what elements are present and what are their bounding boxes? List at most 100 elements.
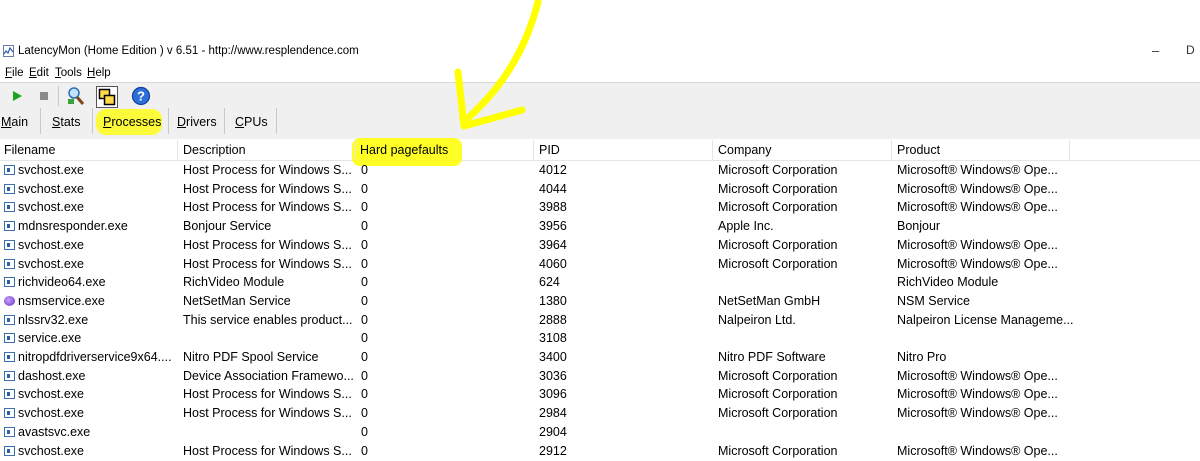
menu-tools[interactable]: Tools — [55, 67, 82, 79]
cell-product: Microsoft® Windows® Ope... — [897, 181, 1058, 196]
cell-product: Microsoft® Windows® Ope... — [897, 406, 1058, 421]
process-icon — [4, 370, 15, 381]
menu-edit-mnemonic: E — [29, 67, 37, 79]
cell-hard-pagefaults: 0 — [361, 406, 368, 421]
tab-main-mnemonic: M — [1, 115, 12, 129]
column-divider[interactable] — [891, 140, 892, 160]
column-divider[interactable] — [354, 140, 355, 160]
cell-description: Host Process for Windows S... — [183, 387, 352, 402]
cell-hard-pagefaults: 0 — [361, 293, 368, 308]
tab-separator — [92, 108, 93, 134]
cell-company: Microsoft Corporation — [718, 443, 838, 458]
cell-hard-pagefaults: 0 — [361, 331, 368, 346]
cell-hard-pagefaults: 0 — [361, 424, 368, 439]
cell-company: Microsoft Corporation — [718, 256, 838, 271]
cell-pid: 2888 — [539, 312, 567, 327]
column-divider[interactable] — [712, 140, 713, 160]
cell-hard-pagefaults: 0 — [361, 163, 368, 177]
table-row[interactable]: nitropdfdriverservice9x64.... Nitro PDF S… — [0, 348, 1200, 367]
cell-description: Host Process for Windows S... — [183, 181, 352, 196]
cell-product: RichVideo Module — [897, 275, 999, 290]
cell-description: RichVideo Module — [183, 275, 285, 290]
tab-separator — [224, 108, 225, 134]
menu-file-label: ile — [12, 67, 24, 79]
table-row[interactable]: svchost.exe Host Process for Windows S...… — [0, 404, 1200, 423]
table-row[interactable]: mdnsresponder.exe Bonjour Service 0 3956 App… — [0, 217, 1200, 236]
cell-pid: 3096 — [539, 387, 567, 402]
column-header-pid[interactable]: PID — [539, 143, 560, 157]
table-row[interactable]: svchost.exe Host Process for Windows S...… — [0, 198, 1200, 217]
cell-pid: 2904 — [539, 424, 567, 439]
cell-product: Microsoft® Windows® Ope... — [897, 368, 1058, 383]
menu-file-mnemonic: F — [5, 67, 13, 79]
cell-filename: svchost.exe — [18, 443, 85, 458]
annotation-arrow-icon — [454, 0, 542, 130]
tab-stats[interactable]: Stats — [49, 112, 84, 132]
column-divider[interactable] — [533, 140, 534, 160]
process-icon — [4, 333, 15, 344]
table-row[interactable]: dashost.exe Device Association Framewo...… — [0, 367, 1200, 386]
cell-company: NetSetMan GmbH — [718, 293, 821, 308]
svg-text:?: ? — [137, 89, 145, 104]
cell-description: Nitro PDF Spool Service — [183, 350, 319, 364]
stop-button[interactable] — [34, 86, 54, 106]
tab-cpus-mnemonic: C — [235, 115, 245, 129]
cell-description: Host Process for Windows S... — [183, 443, 352, 458]
inspect-button[interactable] — [66, 86, 86, 106]
cell-product: Microsoft® Windows® Ope... — [897, 200, 1058, 215]
column-header-company[interactable]: Company — [718, 143, 772, 157]
table-row[interactable]: nlssrv32.exe This service enables product… — [0, 311, 1200, 330]
cell-company: Apple Inc. — [718, 219, 774, 234]
cell-pid: 4044 — [539, 181, 567, 196]
table-row[interactable]: richvideo64.exe RichVideo Module 0 624 RichV… — [0, 273, 1200, 292]
table-row[interactable]: svchost.exe Host Process for Windows S...… — [0, 161, 1200, 180]
cell-description: Host Process for Windows S... — [183, 406, 352, 421]
table-row[interactable]: svchost.exe Host Process for Windows S...… — [0, 442, 1200, 461]
cell-pid: 3988 — [539, 200, 567, 215]
process-icon — [4, 426, 15, 437]
column-header-description[interactable]: Description — [183, 143, 246, 157]
cell-pid: 624 — [539, 275, 560, 290]
minimize-button[interactable]: – — [1152, 43, 1159, 58]
column-divider[interactable] — [1069, 140, 1070, 160]
process-icon — [4, 221, 15, 232]
column-header-hard-pagefaults[interactable]: Hard pagefaults — [360, 143, 448, 157]
cell-product: Nitro Pro — [897, 350, 947, 364]
column-header-filename[interactable]: Filename — [4, 143, 55, 157]
table-row[interactable]: avastsvc.exe 0 2904 — [0, 423, 1200, 442]
tab-main[interactable]: Main — [0, 112, 31, 132]
cell-description: This service enables product... — [183, 312, 353, 327]
cell-company: Microsoft Corporation — [718, 368, 838, 383]
menu-help[interactable]: Help — [87, 67, 111, 79]
cell-product: Microsoft® Windows® Ope... — [897, 387, 1058, 402]
maximize-button[interactable]: D — [1186, 43, 1195, 57]
table-header — [0, 140, 1200, 161]
table-row[interactable]: nsmservice.exe NetSetMan Service 0 1380 NetS… — [0, 292, 1200, 311]
windows-button[interactable] — [96, 86, 118, 108]
tab-processes[interactable]: Processes — [100, 112, 164, 132]
cell-company: Microsoft Corporation — [718, 387, 838, 402]
cell-pid: 3108 — [539, 331, 567, 346]
table-row[interactable]: svchost.exe Host Process for Windows S...… — [0, 180, 1200, 199]
cell-pid: 1380 — [539, 293, 567, 308]
cell-hard-pagefaults: 0 — [361, 312, 368, 327]
cell-filename: svchost.exe — [18, 387, 85, 402]
column-divider[interactable] — [177, 140, 178, 160]
menu-edit-label: dit — [36, 67, 49, 79]
menu-edit[interactable]: Edit — [29, 67, 49, 79]
table-row[interactable]: svchost.exe Host Process for Windows S...… — [0, 255, 1200, 274]
cell-company: Microsoft Corporation — [718, 181, 838, 196]
cell-company: Nitro PDF Software — [718, 350, 826, 364]
table-row[interactable]: service.exe 0 3108 — [0, 329, 1200, 348]
cell-hard-pagefaults: 0 — [361, 237, 368, 252]
tab-cpus[interactable]: C PUs — [232, 112, 271, 132]
help-button[interactable]: ? — [131, 86, 151, 106]
column-header-product[interactable]: Product — [897, 143, 940, 157]
table-row[interactable]: svchost.exe Host Process for Windows S...… — [0, 236, 1200, 255]
table-row[interactable]: svchost.exe Host Process for Windows S...… — [0, 385, 1200, 404]
start-button[interactable] — [7, 86, 27, 106]
menu-file[interactable]: File — [5, 67, 24, 79]
cell-pid: 3964 — [539, 237, 567, 252]
tab-drivers[interactable]: Drivers — [174, 112, 220, 132]
cell-hard-pagefaults: 0 — [361, 256, 368, 271]
